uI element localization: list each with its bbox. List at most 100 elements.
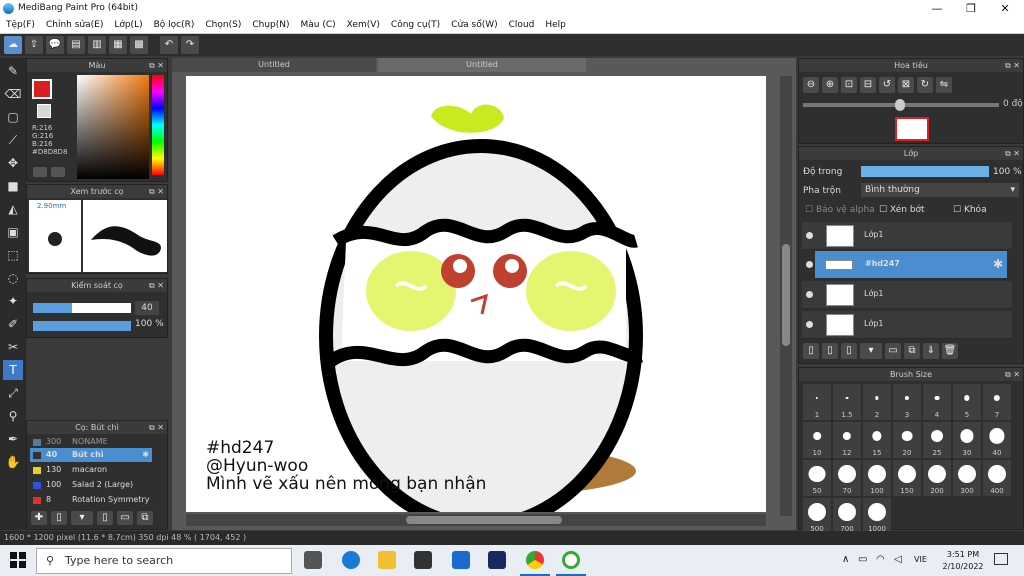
- layer-opacity-slider[interactable]: [861, 166, 989, 177]
- new-layer-icon[interactable]: ▯: [803, 343, 819, 359]
- brush-size-option[interactable]: 4: [923, 384, 951, 420]
- panel-close-icon[interactable]: ⧉ ✕: [1005, 59, 1020, 72]
- primary-color-swatch[interactable]: [32, 79, 52, 99]
- brush-size-option[interactable]: 3: [893, 384, 921, 420]
- brush-menu-icon[interactable]: ▾: [71, 511, 93, 525]
- brush-item[interactable]: 8 Rotation Symmetry: [30, 493, 152, 507]
- brush-item[interactable]: 100 Salad 2 (Large): [30, 478, 152, 492]
- panel-close-icon[interactable]: ⧉ ✕: [149, 185, 164, 198]
- panel-close-icon[interactable]: ⧉ ✕: [149, 279, 164, 292]
- layer-row-selected[interactable]: #hd247 ✱: [815, 251, 1007, 279]
- menu-color[interactable]: Màu (C): [295, 17, 341, 33]
- panel-close-icon[interactable]: ⧉ ✕: [149, 421, 164, 434]
- layer-row[interactable]: Lớp1: [802, 222, 1012, 250]
- panel-close-icon[interactable]: ⧉ ✕: [1005, 147, 1020, 160]
- layer-row[interactable]: Lớp1: [802, 311, 1012, 339]
- windows-start-icon[interactable]: [10, 552, 26, 568]
- page-icon[interactable]: ▥: [88, 36, 106, 54]
- menu-select[interactable]: Chọn(S): [199, 17, 246, 33]
- eye-icon[interactable]: [806, 232, 813, 239]
- fill-rect-tool-icon[interactable]: ■: [3, 176, 23, 196]
- zoom-out-icon[interactable]: ⊖: [803, 77, 819, 93]
- bucket-tool-icon[interactable]: ◭: [3, 199, 23, 219]
- brush-size-option[interactable]: 7: [983, 384, 1011, 420]
- brush-tool-icon[interactable]: ✎: [3, 61, 23, 81]
- layer-row[interactable]: Lớp1: [802, 281, 1012, 309]
- trash-icon[interactable]: 🗑: [942, 343, 958, 359]
- color-swap-icon[interactable]: [51, 167, 65, 177]
- minimize-button[interactable]: —: [920, 0, 954, 17]
- tab-untitled-1[interactable]: Untitled: [172, 58, 376, 72]
- flip-icon[interactable]: ⇋: [936, 77, 952, 93]
- eraser-tool-icon[interactable]: ⌫: [3, 84, 23, 104]
- blend-mode-select[interactable]: Bình thường ▾: [861, 183, 1019, 197]
- reset-rotate-icon[interactable]: ⊠: [898, 77, 914, 93]
- drawing-canvas[interactable]: #hd247 @Hyun-woo Mình vẽ xấu nên mong bạ…: [186, 76, 766, 512]
- lock-checkbox[interactable]: ☐: [953, 205, 961, 215]
- clock[interactable]: 3:51 PM 2/10/2022: [940, 549, 986, 573]
- eye-icon[interactable]: [806, 291, 813, 298]
- text-tool-icon[interactable]: T: [3, 360, 23, 380]
- brush-size-option[interactable]: 1000: [863, 498, 891, 534]
- panel-close-icon[interactable]: ⧉ ✕: [1005, 368, 1020, 381]
- menu-cloud[interactable]: Cloud: [503, 17, 540, 33]
- brush-size-option[interactable]: 200: [923, 460, 951, 496]
- duplicate-icon[interactable]: ⧉: [904, 343, 920, 359]
- horizontal-scroll-thumb[interactable]: [406, 516, 562, 524]
- undo-icon[interactable]: ↶: [160, 36, 178, 54]
- comment-icon[interactable]: 💬: [46, 36, 64, 54]
- brush-size-option[interactable]: 1: [803, 384, 831, 420]
- panel-close-icon[interactable]: ⧉ ✕: [149, 59, 164, 72]
- move-tool-icon[interactable]: ✥: [3, 153, 23, 173]
- new-brush-icon[interactable]: ▯: [51, 511, 67, 525]
- tray-chevron-up-icon[interactable]: ∧: [842, 554, 849, 565]
- brush-size-option[interactable]: 50: [803, 460, 831, 496]
- new-halftone-layer-icon[interactable]: ▯: [822, 343, 838, 359]
- brush-size-option[interactable]: 15: [863, 422, 891, 458]
- rotate-right-icon[interactable]: ↻: [917, 77, 933, 93]
- vertical-scrollbar[interactable]: [780, 76, 792, 516]
- rotation-slider[interactable]: [803, 99, 999, 111]
- fit-icon[interactable]: ⊡: [841, 77, 857, 93]
- brush-size-option[interactable]: 700: [833, 498, 861, 534]
- mail-icon[interactable]: [452, 551, 470, 569]
- rotation-slider-thumb[interactable]: [895, 99, 905, 111]
- brush-size-option[interactable]: 25: [923, 422, 951, 458]
- eye-icon[interactable]: [806, 261, 813, 268]
- navigator-thumbnail[interactable]: [895, 117, 929, 141]
- menu-view[interactable]: Xem(V): [341, 17, 385, 33]
- brush-size-slider[interactable]: [33, 303, 131, 313]
- brush-folder-icon[interactable]: ▭: [117, 511, 133, 525]
- protect-alpha-checkbox[interactable]: ☐: [805, 205, 813, 215]
- language-indicator[interactable]: VIE: [914, 555, 927, 564]
- brush-size-option[interactable]: 1.5: [833, 384, 861, 420]
- wifi-icon[interactable]: ◠: [876, 554, 885, 565]
- menu-tools[interactable]: Công cụ(T): [385, 17, 445, 33]
- hand-tool-icon[interactable]: ✋: [3, 452, 23, 472]
- operation-tool-icon[interactable]: ⤢: [3, 383, 23, 403]
- select-tool-icon[interactable]: ⬚: [3, 245, 23, 265]
- brush-item[interactable]: 130 macaron: [30, 463, 152, 477]
- brush-copy-icon[interactable]: ▯: [97, 511, 113, 525]
- brush-size-option[interactable]: 30: [953, 422, 981, 458]
- brush-size-option[interactable]: 5: [953, 384, 981, 420]
- redo-icon[interactable]: ↷: [181, 36, 199, 54]
- rectangle-tool-icon[interactable]: ▢: [3, 107, 23, 127]
- brush-opacity-slider[interactable]: [33, 321, 131, 331]
- line-tool-icon[interactable]: ⟋: [3, 130, 23, 150]
- brush-size-option[interactable]: 70: [833, 460, 861, 496]
- brush-duplicate-icon[interactable]: ⧉: [137, 511, 153, 525]
- eye-icon[interactable]: [806, 321, 813, 328]
- saturation-value-picker[interactable]: [77, 75, 149, 179]
- maximize-button[interactable]: ❐: [954, 0, 988, 17]
- edge-icon[interactable]: [342, 551, 360, 569]
- lasso-tool-icon[interactable]: ◌: [3, 268, 23, 288]
- menu-edit[interactable]: Chỉnh sửa(E): [40, 17, 108, 33]
- select-eraser-icon[interactable]: ✂: [3, 337, 23, 357]
- menu-layer[interactable]: Lớp(L): [108, 17, 147, 33]
- secondary-color-swatch[interactable]: [37, 104, 51, 118]
- brush-size-option[interactable]: 150: [893, 460, 921, 496]
- export-icon[interactable]: ⇪: [25, 36, 43, 54]
- vertical-scroll-thumb[interactable]: [782, 244, 790, 346]
- horizontal-scrollbar[interactable]: [186, 514, 766, 526]
